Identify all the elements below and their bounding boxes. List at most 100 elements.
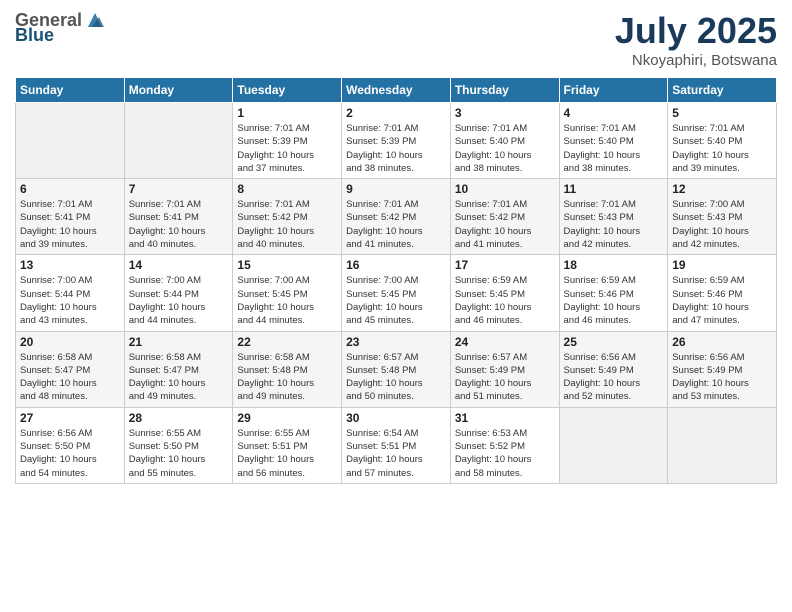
day-number: 10 (455, 182, 555, 196)
calendar-cell: 6 Sunrise: 7:01 AM Sunset: 5:41 PM Daylig… (16, 179, 125, 255)
day-info: Sunrise: 7:01 AM Sunset: 5:40 PM Dayligh… (455, 122, 555, 175)
calendar-cell: 15 Sunrise: 7:00 AM Sunset: 5:45 PM Dayli… (233, 255, 342, 331)
day-info: Sunrise: 7:01 AM Sunset: 5:39 PM Dayligh… (237, 122, 337, 175)
calendar-cell: 4Sunrise: 7:01 AM Sunset: 5:40 PM Daylig… (559, 103, 668, 179)
day-number: 22 (237, 335, 337, 349)
day-header-monday: Monday (124, 78, 233, 103)
day-number: 5 (672, 106, 772, 120)
day-info: Sunrise: 7:00 AM Sunset: 5:43 PM Dayligh… (672, 198, 772, 251)
day-info: Sunrise: 7:00 AM Sunset: 5:44 PM Dayligh… (129, 274, 229, 327)
calendar-table: SundayMondayTuesdayWednesdayThursdayFrid… (15, 77, 777, 484)
day-info: Sunrise: 6:56 AM Sunset: 5:49 PM Dayligh… (672, 351, 772, 404)
day-info: Sunrise: 6:55 AM Sunset: 5:50 PM Dayligh… (129, 427, 229, 480)
calendar-cell: 31 Sunrise: 6:53 AM Sunset: 5:52 PM Dayli… (450, 407, 559, 483)
day-info: Sunrise: 6:54 AM Sunset: 5:51 PM Dayligh… (346, 427, 446, 480)
calendar-cell: 11Sunrise: 7:01 AM Sunset: 5:43 PM Dayli… (559, 179, 668, 255)
calendar-cell: 3Sunrise: 7:01 AM Sunset: 5:40 PM Daylig… (450, 103, 559, 179)
day-number: 18 (564, 258, 664, 272)
day-info: Sunrise: 6:59 AM Sunset: 5:46 PM Dayligh… (564, 274, 664, 327)
title-block: July 2025 Nkoyaphiri, Botswana (615, 10, 777, 69)
day-header-wednesday: Wednesday (342, 78, 451, 103)
calendar-cell: 17 Sunrise: 6:59 AM Sunset: 5:45 PM Dayli… (450, 255, 559, 331)
day-info: Sunrise: 7:00 AM Sunset: 5:44 PM Dayligh… (20, 274, 120, 327)
day-number: 17 (455, 258, 555, 272)
day-number: 27 (20, 411, 120, 425)
month-title: July 2025 (615, 10, 777, 52)
calendar-cell (16, 103, 125, 179)
calendar-cell: 25 Sunrise: 6:56 AM Sunset: 5:49 PM Dayli… (559, 331, 668, 407)
day-number: 4 (564, 106, 664, 120)
calendar-cell: 27Sunrise: 6:56 AM Sunset: 5:50 PM Dayli… (16, 407, 125, 483)
day-number: 24 (455, 335, 555, 349)
day-info: Sunrise: 7:00 AM Sunset: 5:45 PM Dayligh… (346, 274, 446, 327)
day-info: Sunrise: 6:57 AM Sunset: 5:49 PM Dayligh… (455, 351, 555, 404)
header: General Blue July 2025 Nkoyaphiri, Botsw… (15, 10, 777, 69)
day-info: Sunrise: 7:01 AM Sunset: 5:41 PM Dayligh… (20, 198, 120, 251)
day-info: Sunrise: 6:57 AM Sunset: 5:48 PM Dayligh… (346, 351, 446, 404)
day-info: Sunrise: 6:59 AM Sunset: 5:46 PM Dayligh… (672, 274, 772, 327)
day-number: 7 (129, 182, 229, 196)
day-number: 15 (237, 258, 337, 272)
calendar-cell: 1 Sunrise: 7:01 AM Sunset: 5:39 PM Daylig… (233, 103, 342, 179)
day-info: Sunrise: 6:55 AM Sunset: 5:51 PM Dayligh… (237, 427, 337, 480)
day-info: Sunrise: 6:58 AM Sunset: 5:48 PM Dayligh… (237, 351, 337, 404)
day-info: Sunrise: 6:58 AM Sunset: 5:47 PM Dayligh… (20, 351, 120, 404)
day-header-tuesday: Tuesday (233, 78, 342, 103)
day-number: 26 (672, 335, 772, 349)
week-row-3: 13 Sunrise: 7:00 AM Sunset: 5:44 PM Dayli… (16, 255, 777, 331)
day-number: 12 (672, 182, 772, 196)
calendar-cell: 9Sunrise: 7:01 AM Sunset: 5:42 PM Daylig… (342, 179, 451, 255)
calendar-cell: 20Sunrise: 6:58 AM Sunset: 5:47 PM Dayli… (16, 331, 125, 407)
calendar-cell: 14 Sunrise: 7:00 AM Sunset: 5:44 PM Dayli… (124, 255, 233, 331)
calendar-cell: 28 Sunrise: 6:55 AM Sunset: 5:50 PM Dayli… (124, 407, 233, 483)
day-number: 28 (129, 411, 229, 425)
calendar-cell: 7 Sunrise: 7:01 AM Sunset: 5:41 PM Daylig… (124, 179, 233, 255)
day-number: 9 (346, 182, 446, 196)
calendar-cell: 8 Sunrise: 7:01 AM Sunset: 5:42 PM Daylig… (233, 179, 342, 255)
day-number: 6 (20, 182, 120, 196)
day-number: 14 (129, 258, 229, 272)
day-info: Sunrise: 7:01 AM Sunset: 5:40 PM Dayligh… (672, 122, 772, 175)
calendar-cell: 19Sunrise: 6:59 AM Sunset: 5:46 PM Dayli… (668, 255, 777, 331)
day-header-friday: Friday (559, 78, 668, 103)
location: Nkoyaphiri, Botswana (615, 52, 777, 69)
calendar-cell (559, 407, 668, 483)
day-number: 31 (455, 411, 555, 425)
calendar-cell: 29 Sunrise: 6:55 AM Sunset: 5:51 PM Dayli… (233, 407, 342, 483)
day-number: 8 (237, 182, 337, 196)
day-info: Sunrise: 6:56 AM Sunset: 5:49 PM Dayligh… (564, 351, 664, 404)
calendar-cell: 2 Sunrise: 7:01 AM Sunset: 5:39 PM Daylig… (342, 103, 451, 179)
day-info: Sunrise: 6:58 AM Sunset: 5:47 PM Dayligh… (129, 351, 229, 404)
calendar-cell (124, 103, 233, 179)
day-info: Sunrise: 6:53 AM Sunset: 5:52 PM Dayligh… (455, 427, 555, 480)
calendar-cell: 26 Sunrise: 6:56 AM Sunset: 5:49 PM Dayli… (668, 331, 777, 407)
calendar-cell: 23 Sunrise: 6:57 AM Sunset: 5:48 PM Dayli… (342, 331, 451, 407)
day-info: Sunrise: 7:01 AM Sunset: 5:43 PM Dayligh… (564, 198, 664, 251)
day-header-saturday: Saturday (668, 78, 777, 103)
calendar-cell: 12 Sunrise: 7:00 AM Sunset: 5:43 PM Dayli… (668, 179, 777, 255)
calendar-cell: 24 Sunrise: 6:57 AM Sunset: 5:49 PM Dayli… (450, 331, 559, 407)
day-number: 13 (20, 258, 120, 272)
day-info: Sunrise: 7:01 AM Sunset: 5:41 PM Dayligh… (129, 198, 229, 251)
day-number: 30 (346, 411, 446, 425)
calendar-cell: 21Sunrise: 6:58 AM Sunset: 5:47 PM Dayli… (124, 331, 233, 407)
day-info: Sunrise: 6:59 AM Sunset: 5:45 PM Dayligh… (455, 274, 555, 327)
day-number: 1 (237, 106, 337, 120)
day-info: Sunrise: 7:01 AM Sunset: 5:39 PM Dayligh… (346, 122, 446, 175)
day-number: 2 (346, 106, 446, 120)
day-number: 25 (564, 335, 664, 349)
page: General Blue July 2025 Nkoyaphiri, Botsw… (0, 0, 792, 612)
calendar-cell: 30 Sunrise: 6:54 AM Sunset: 5:51 PM Dayli… (342, 407, 451, 483)
day-number: 16 (346, 258, 446, 272)
day-info: Sunrise: 7:01 AM Sunset: 5:42 PM Dayligh… (237, 198, 337, 251)
day-number: 29 (237, 411, 337, 425)
calendar-cell: 13 Sunrise: 7:00 AM Sunset: 5:44 PM Dayli… (16, 255, 125, 331)
week-row-4: 20Sunrise: 6:58 AM Sunset: 5:47 PM Dayli… (16, 331, 777, 407)
day-info: Sunrise: 7:01 AM Sunset: 5:42 PM Dayligh… (455, 198, 555, 251)
week-row-5: 27Sunrise: 6:56 AM Sunset: 5:50 PM Dayli… (16, 407, 777, 483)
header-row: SundayMondayTuesdayWednesdayThursdayFrid… (16, 78, 777, 103)
logo-blue-text: Blue (15, 25, 54, 46)
day-info: Sunrise: 7:00 AM Sunset: 5:45 PM Dayligh… (237, 274, 337, 327)
week-row-2: 6 Sunrise: 7:01 AM Sunset: 5:41 PM Daylig… (16, 179, 777, 255)
day-number: 23 (346, 335, 446, 349)
